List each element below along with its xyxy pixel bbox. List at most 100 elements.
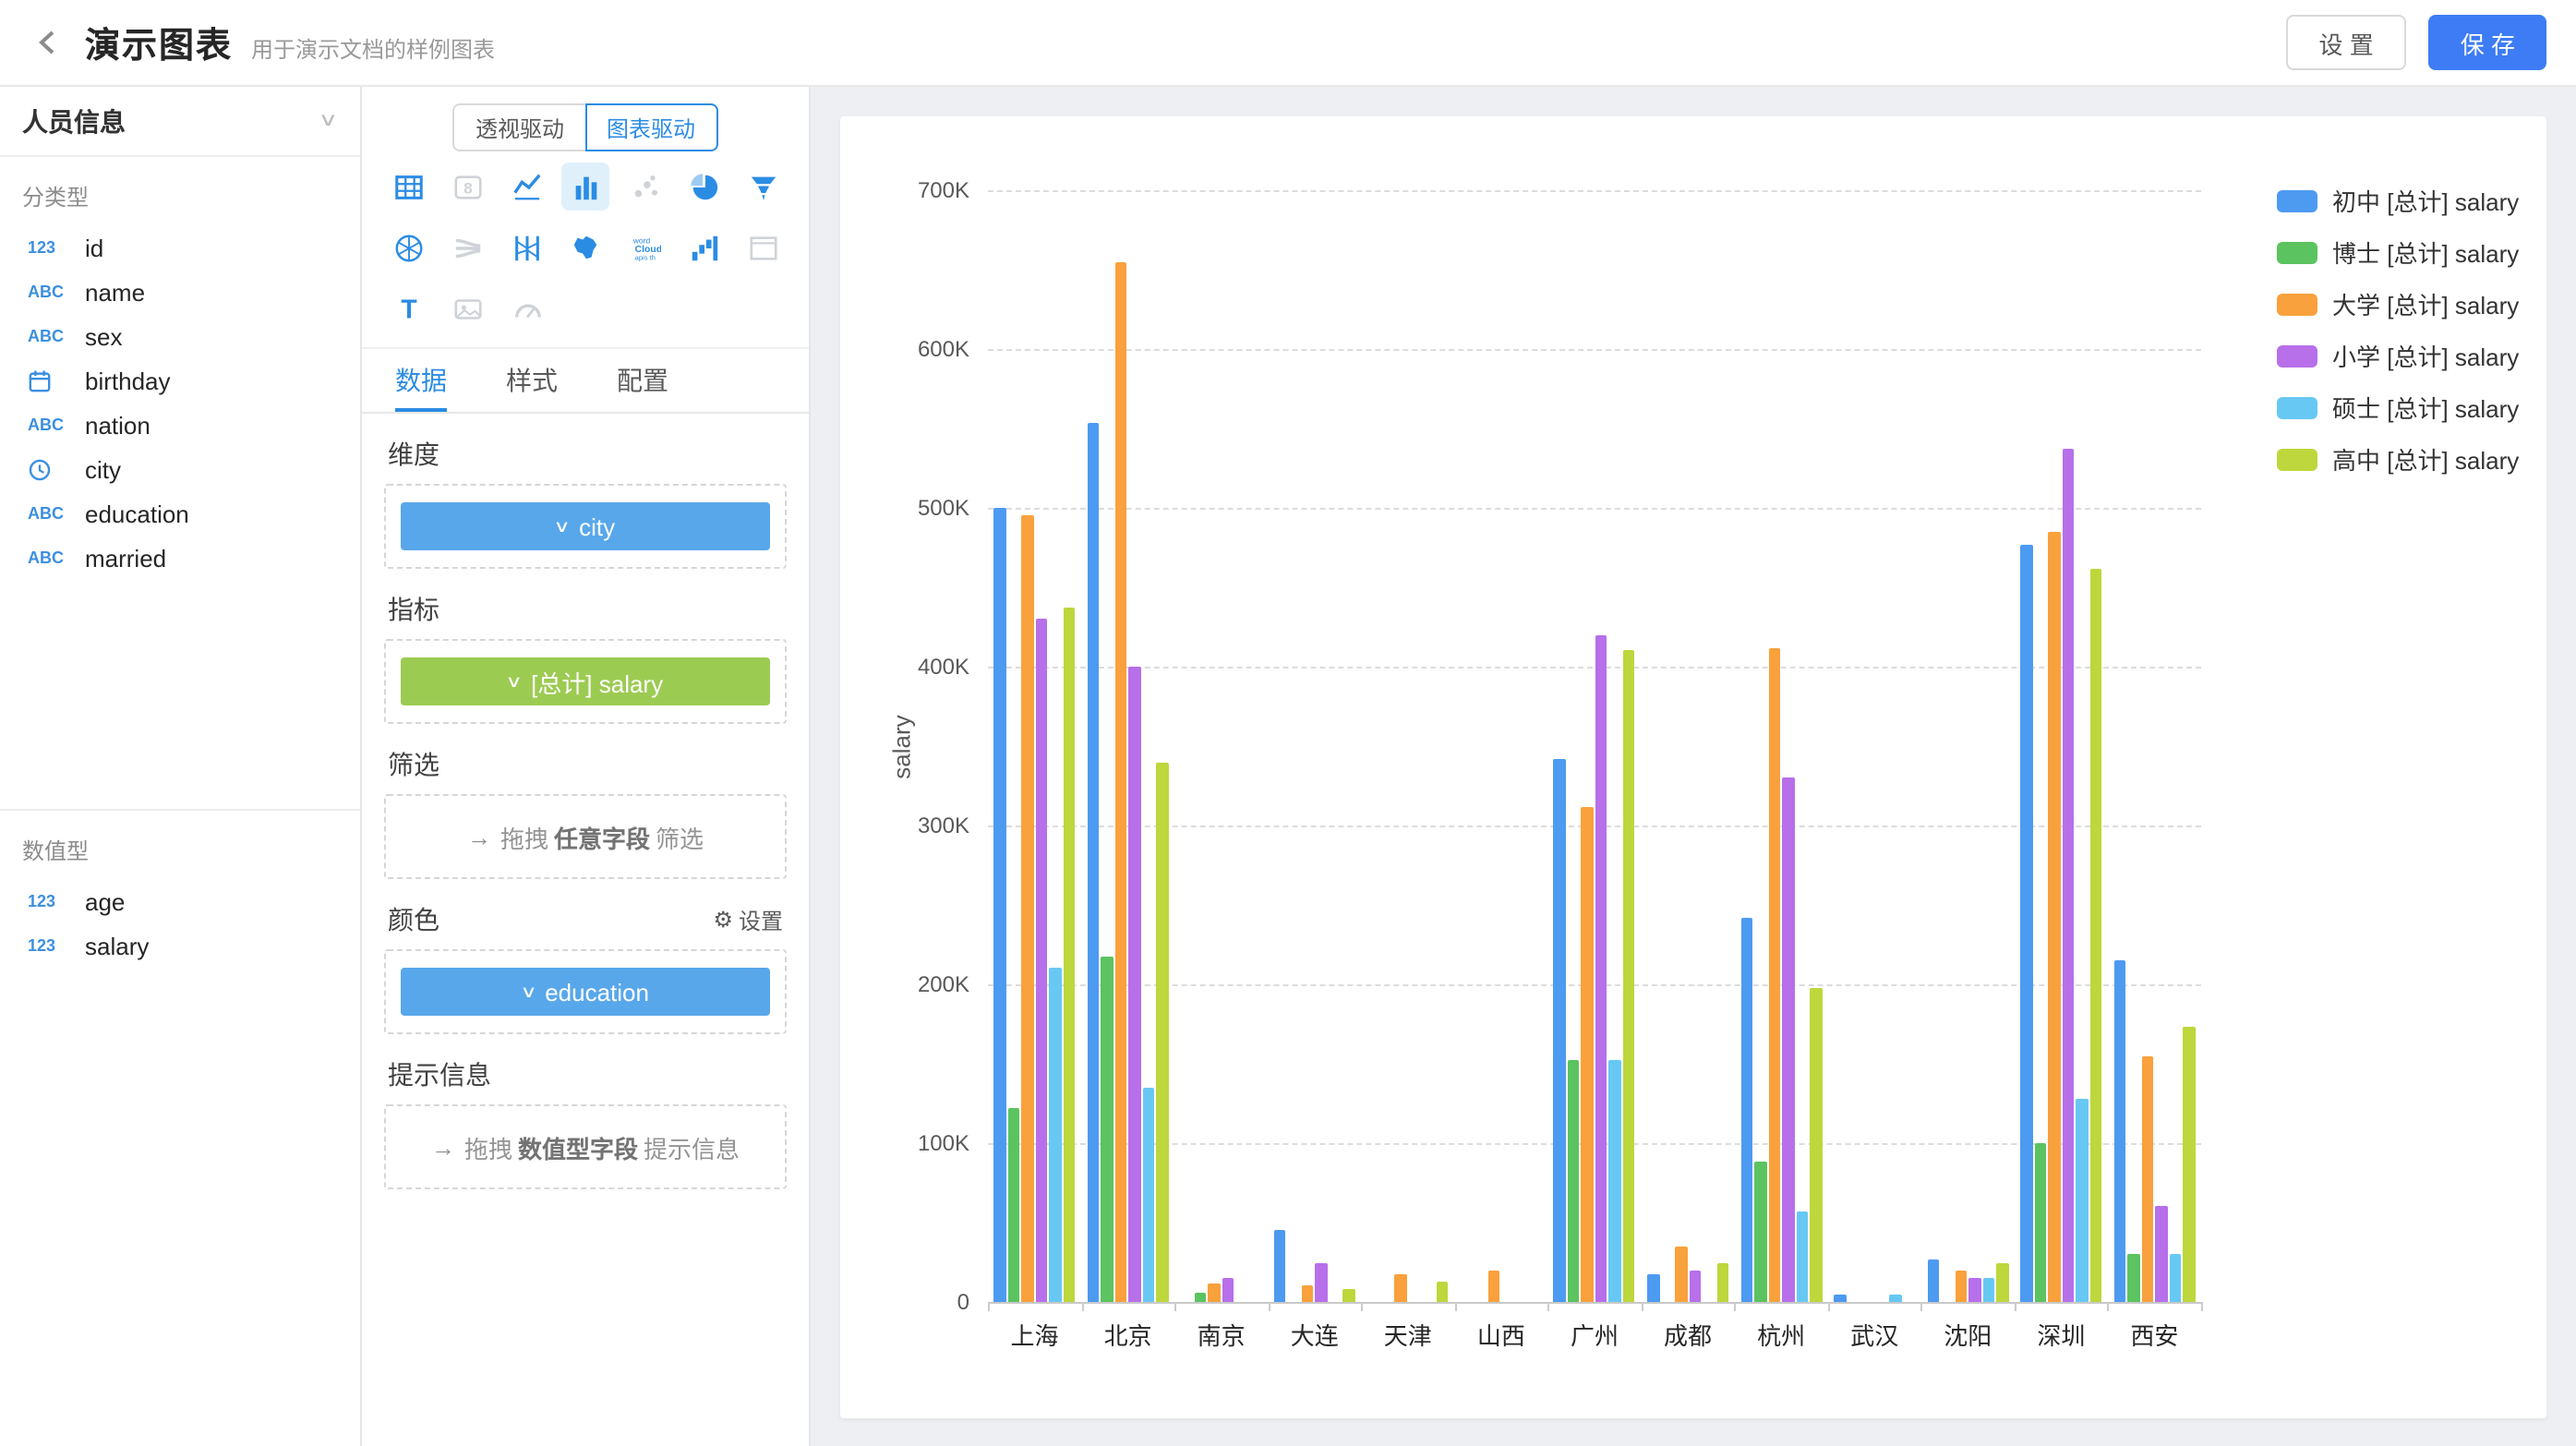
field-item-city[interactable]: city [0, 447, 360, 491]
bar[interactable] [1157, 762, 1169, 1302]
parallel-chart-icon[interactable] [502, 223, 550, 271]
bar[interactable] [1036, 619, 1048, 1302]
radar-chart-icon[interactable] [384, 223, 432, 271]
field-item-age[interactable]: 123age [0, 879, 360, 923]
bar[interactable] [1740, 918, 1752, 1302]
waterfall-icon[interactable] [680, 223, 728, 271]
metric-pill-salary[interactable]: ∨ [总计] salary [401, 657, 770, 705]
bar[interactable] [1343, 1289, 1355, 1302]
bar[interactable] [1316, 1262, 1328, 1302]
bar[interactable] [2141, 1055, 2153, 1302]
bar[interactable] [1488, 1271, 1500, 1302]
mode-tab-pivot[interactable]: 透视驱动 [453, 103, 586, 151]
bar[interactable] [1675, 1247, 1687, 1302]
mode-tab-chart[interactable]: 图表驱动 [584, 103, 717, 151]
chevron-down-icon[interactable]: ∨ [519, 982, 536, 1002]
bar[interactable] [1810, 987, 1822, 1302]
bar[interactable] [1609, 1061, 1621, 1302]
bar[interactable] [1395, 1273, 1407, 1302]
field-item-sex[interactable]: ABCsex [0, 314, 360, 358]
bar[interactable] [1927, 1259, 1939, 1302]
legend-item[interactable]: 硕士 [总计] salary [2277, 390, 2519, 425]
bar[interactable] [1582, 806, 1594, 1302]
bar[interactable] [2034, 1143, 2046, 1302]
bar[interactable] [1982, 1278, 1994, 1302]
bar[interactable] [1088, 424, 1100, 1302]
funnel-chart-icon[interactable] [739, 163, 787, 211]
bar[interactable] [1782, 777, 1794, 1302]
bar-chart-icon[interactable] [561, 163, 609, 211]
field-item-salary[interactable]: 123salary [0, 923, 360, 968]
metric-dropzone[interactable]: ∨ [总计] salary [384, 639, 787, 724]
data-source-selector[interactable]: 人员信息 ∨ [0, 87, 360, 157]
bar[interactable] [994, 508, 1006, 1302]
bar[interactable] [1716, 1262, 1728, 1302]
legend-item[interactable]: 高中 [总计] salary [2277, 441, 2519, 476]
bar[interactable] [1768, 647, 1780, 1302]
chevron-down-icon[interactable]: ∨ [553, 516, 570, 536]
bar[interactable] [1274, 1231, 1286, 1302]
bar[interactable] [1302, 1286, 1314, 1302]
tab-data[interactable]: 数据 [395, 349, 447, 412]
dimension-dropzone[interactable]: ∨ city [384, 484, 787, 569]
back-button[interactable] [22, 17, 74, 68]
bar[interactable] [1889, 1294, 1901, 1302]
bar[interactable] [2048, 532, 2060, 1302]
bar[interactable] [1209, 1283, 1221, 1302]
field-item-name[interactable]: ABCname [0, 270, 360, 314]
bar[interactable] [1834, 1294, 1846, 1302]
bar[interactable] [2183, 1027, 2195, 1302]
tab-config[interactable]: 配置 [617, 349, 668, 412]
bar[interactable] [1050, 969, 1062, 1302]
bar[interactable] [1595, 635, 1607, 1302]
filter-dropzone[interactable]: → 拖拽任意字段筛选 [384, 794, 787, 879]
settings-button[interactable]: 设 置 [2286, 15, 2407, 70]
bar[interactable] [1955, 1271, 1967, 1302]
bar[interactable] [1689, 1271, 1701, 1302]
color-settings-button[interactable]: ⚙ 设置 [713, 904, 783, 935]
color-dropzone[interactable]: ∨ education [384, 949, 787, 1034]
bar[interactable] [1996, 1262, 2008, 1302]
legend-item[interactable]: 博士 [总计] salary [2277, 235, 2519, 270]
tooltip-dropzone[interactable]: → 拖拽数值型字段提示信息 [384, 1104, 787, 1189]
legend-item[interactable]: 大学 [总计] salary [2277, 286, 2519, 321]
bar[interactable] [1623, 651, 1635, 1302]
field-item-education[interactable]: ABCeducation [0, 491, 360, 536]
legend-item[interactable]: 初中 [总计] salary [2277, 183, 2519, 218]
bar[interactable] [1195, 1293, 1207, 1302]
bar[interactable] [2127, 1254, 2139, 1302]
bar[interactable] [2113, 960, 2125, 1302]
save-button[interactable]: 保 存 [2429, 15, 2546, 70]
line-chart-icon[interactable] [502, 163, 550, 211]
bar[interactable] [1568, 1061, 1580, 1302]
chevron-down-icon[interactable]: ∨ [505, 671, 522, 692]
table-icon[interactable] [384, 163, 432, 211]
bar[interactable] [2155, 1207, 2167, 1302]
field-item-nation[interactable]: ABCnation [0, 403, 360, 447]
bar[interactable] [1129, 667, 1141, 1302]
bar[interactable] [1554, 759, 1566, 1302]
bar[interactable] [1022, 516, 1034, 1302]
bar[interactable] [1008, 1108, 1020, 1302]
bar[interactable] [1437, 1282, 1449, 1302]
bar[interactable] [1754, 1163, 1766, 1302]
bar[interactable] [1143, 1088, 1155, 1302]
legend-item[interactable]: 小学 [总计] salary [2277, 338, 2519, 373]
wordcloud-icon[interactable]: wordCloudapis th [620, 223, 668, 271]
field-item-birthday[interactable]: birthday [0, 358, 360, 403]
bar[interactable] [1222, 1278, 1234, 1302]
bar[interactable] [1796, 1211, 1808, 1302]
bar[interactable] [2089, 568, 2101, 1302]
dimension-pill-city[interactable]: ∨ city [401, 502, 770, 550]
field-item-married[interactable]: ABCmarried [0, 536, 360, 580]
bar[interactable] [2169, 1254, 2181, 1302]
bar[interactable] [1064, 608, 1076, 1302]
color-pill-education[interactable]: ∨ education [401, 968, 770, 1016]
bar[interactable] [2076, 1099, 2088, 1302]
bar[interactable] [1647, 1273, 1659, 1302]
tab-style[interactable]: 样式 [506, 349, 558, 412]
bar[interactable] [2020, 545, 2032, 1302]
map-icon[interactable] [561, 223, 609, 271]
bar[interactable] [1115, 261, 1127, 1302]
pie-chart-icon[interactable] [680, 163, 728, 211]
